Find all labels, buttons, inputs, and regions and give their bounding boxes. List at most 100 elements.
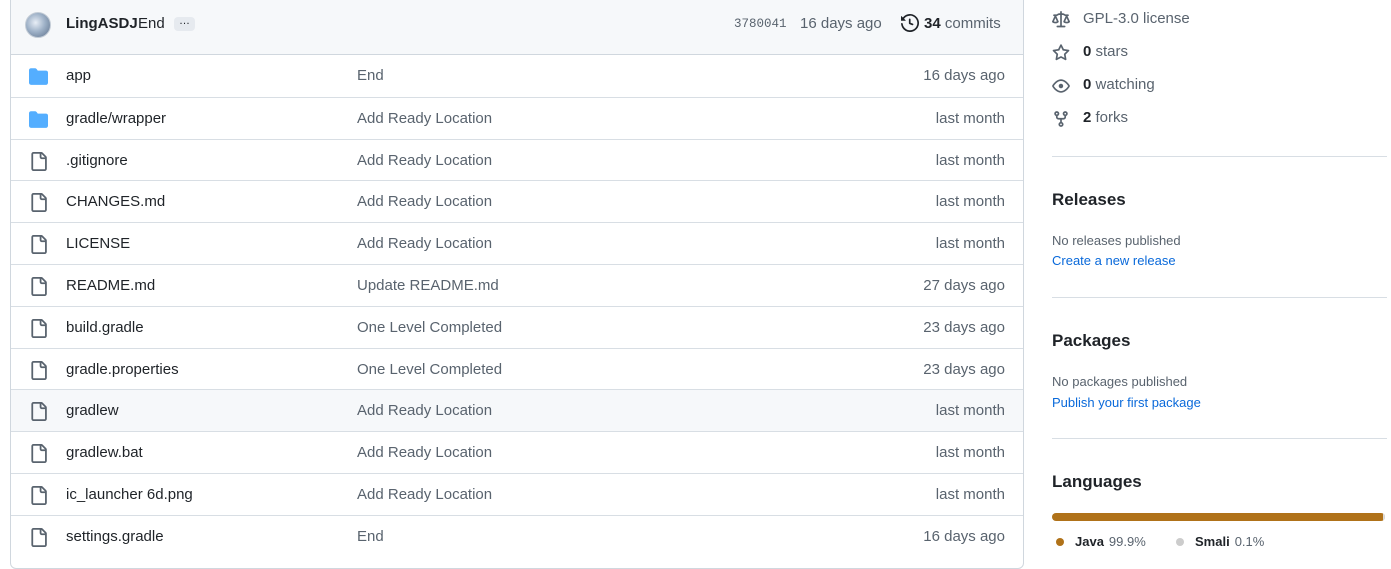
packages-heading[interactable]: Packages — [1052, 331, 1130, 351]
language-smali-name: Smali — [1195, 534, 1230, 549]
file-icon — [31, 485, 47, 505]
latest-commit-bar: LingASDJ End … 3780041 16 days ago 34 co… — [11, 0, 1023, 55]
commit-author[interactable]: LingASDJ — [66, 15, 138, 32]
file-commit-message-link[interactable]: Add Ready Location — [357, 152, 492, 169]
file-row-icon — [29, 110, 48, 133]
file-row-icon — [29, 485, 48, 509]
file-name-link[interactable]: .gitignore — [66, 152, 128, 169]
language-java-name: Java — [1075, 534, 1104, 549]
file-name-link[interactable]: ic_launcher 6d.png — [66, 486, 193, 503]
file-row[interactable]: LICENSE Add Ready Location last month — [11, 222, 1023, 264]
smali-color-dot — [1176, 538, 1184, 546]
file-row[interactable]: .gitignore Add Ready Location last month — [11, 138, 1023, 181]
file-commit-message-link[interactable]: End — [357, 528, 384, 545]
file-row-icon — [29, 67, 48, 90]
file-row[interactable]: README.md Update README.md 27 days ago — [11, 263, 1023, 306]
file-row-icon — [29, 318, 48, 342]
forks-count: 2 — [1083, 109, 1092, 126]
file-name-link[interactable]: CHANGES.md — [66, 193, 165, 210]
file-row[interactable]: CHANGES.md Add Ready Location last month — [11, 180, 1023, 222]
file-row[interactable]: gradle/wrapper Add Ready Location last mon… — [11, 96, 1023, 139]
eye-icon — [1052, 79, 1070, 93]
file-row[interactable]: gradlew Add Ready Location last month — [11, 389, 1023, 432]
star-icon — [1052, 44, 1070, 61]
file-commit-message-link[interactable]: One Level Completed — [357, 319, 502, 336]
file-commit-message-link[interactable]: End — [357, 67, 384, 84]
file-row[interactable]: app End 16 days ago — [11, 55, 1023, 97]
file-commit-age: 23 days ago — [923, 360, 1005, 378]
language-bar — [1052, 513, 1385, 521]
file-row-icon — [29, 527, 48, 551]
packages-empty-text: No packages published — [1052, 374, 1188, 389]
file-list: LingASDJ End … 3780041 16 days ago 34 co… — [10, 0, 1024, 569]
file-commit-message-link[interactable]: Add Ready Location — [357, 235, 492, 252]
file-name-link[interactable]: LICENSE — [66, 235, 130, 252]
commit-count-link[interactable]: 34 commits — [924, 15, 1001, 32]
history-icon[interactable] — [901, 14, 919, 32]
file-commit-message-link[interactable]: One Level Completed — [357, 361, 502, 378]
file-commit-age: last month — [935, 402, 1005, 420]
file-commit-message-link[interactable]: Add Ready Location — [357, 486, 492, 503]
language-java[interactable]: Java 99.9% — [1056, 534, 1146, 549]
create-release-link[interactable]: Create a new release — [1052, 253, 1176, 268]
file-row-icon — [29, 235, 48, 258]
commit-sha[interactable]: 3780041 — [734, 17, 787, 31]
file-icon — [31, 444, 47, 464]
file-icon — [31, 193, 47, 213]
file-icon — [31, 360, 47, 380]
sidebar-divider — [1052, 297, 1387, 298]
language-java-percent: 99.9% — [1108, 534, 1146, 549]
file-commit-age: last month — [935, 151, 1005, 169]
commit-message[interactable]: End — [138, 15, 165, 32]
file-name-link[interactable]: gradle.properties — [66, 361, 179, 378]
file-commit-age: 16 days ago — [923, 527, 1005, 545]
law-icon — [1052, 11, 1070, 28]
file-icon — [31, 235, 47, 255]
file-row[interactable]: gradle.properties One Level Completed 23 d… — [11, 347, 1023, 390]
folder-icon — [29, 68, 48, 85]
watching-label: watching — [1095, 76, 1155, 93]
releases-empty-text: No releases published — [1052, 233, 1181, 248]
file-name-link[interactable]: build.gradle — [66, 319, 144, 336]
file-commit-age: last month — [935, 235, 1005, 253]
file-commit-age: 16 days ago — [923, 67, 1005, 84]
commit-expand-button[interactable]: … — [174, 16, 195, 31]
language-bar-smali — [1383, 513, 1385, 521]
language-smali[interactable]: Smali 0.1% — [1176, 534, 1264, 549]
file-commit-age: last month — [935, 193, 1005, 211]
file-row[interactable]: build.gradle One Level Completed 23 days a… — [11, 305, 1023, 348]
file-commit-age: last month — [935, 485, 1005, 503]
publish-package-link[interactable]: Publish your first package — [1052, 395, 1201, 410]
java-color-dot — [1056, 538, 1064, 546]
file-row-icon — [29, 360, 48, 384]
file-commit-age: last month — [935, 109, 1005, 127]
file-icon — [31, 318, 47, 338]
file-row[interactable]: gradlew.bat Add Ready Location last month — [11, 431, 1023, 473]
author-avatar[interactable] — [25, 12, 51, 38]
file-row[interactable]: settings.gradle End 16 days ago — [11, 514, 1023, 557]
file-commit-message-link[interactable]: Update README.md — [357, 277, 499, 294]
releases-heading[interactable]: Releases — [1052, 190, 1126, 210]
file-commit-message-link[interactable]: Add Ready Location — [357, 444, 492, 461]
file-row[interactable]: ic_launcher 6d.png Add Ready Location last… — [11, 472, 1023, 515]
languages-heading: Languages — [1052, 472, 1142, 491]
commit-age: 16 days ago — [800, 15, 882, 32]
language-smali-percent: 0.1% — [1234, 534, 1265, 549]
fork-icon — [1054, 111, 1068, 127]
file-name-link[interactable]: gradle/wrapper — [66, 110, 166, 127]
file-commit-message-link[interactable]: Add Ready Location — [357, 193, 492, 210]
file-row-icon — [29, 151, 48, 175]
file-name-link[interactable]: settings.gradle — [66, 528, 164, 545]
file-commit-message-link[interactable]: Add Ready Location — [357, 110, 492, 127]
license-label: GPL-3.0 license — [1083, 10, 1190, 27]
file-name-link[interactable]: README.md — [66, 277, 155, 294]
file-icon — [31, 151, 47, 171]
file-commit-message-link[interactable]: Add Ready Location — [357, 402, 492, 419]
file-name-link[interactable]: gradlew — [66, 402, 119, 419]
watching-count: 0 — [1083, 76, 1092, 93]
stars-count: 0 — [1083, 43, 1092, 60]
file-name-link[interactable]: app — [66, 67, 91, 84]
sidebar-divider — [1052, 156, 1387, 157]
file-name-link[interactable]: gradlew.bat — [66, 444, 143, 461]
file-commit-age: 27 days ago — [923, 276, 1005, 294]
